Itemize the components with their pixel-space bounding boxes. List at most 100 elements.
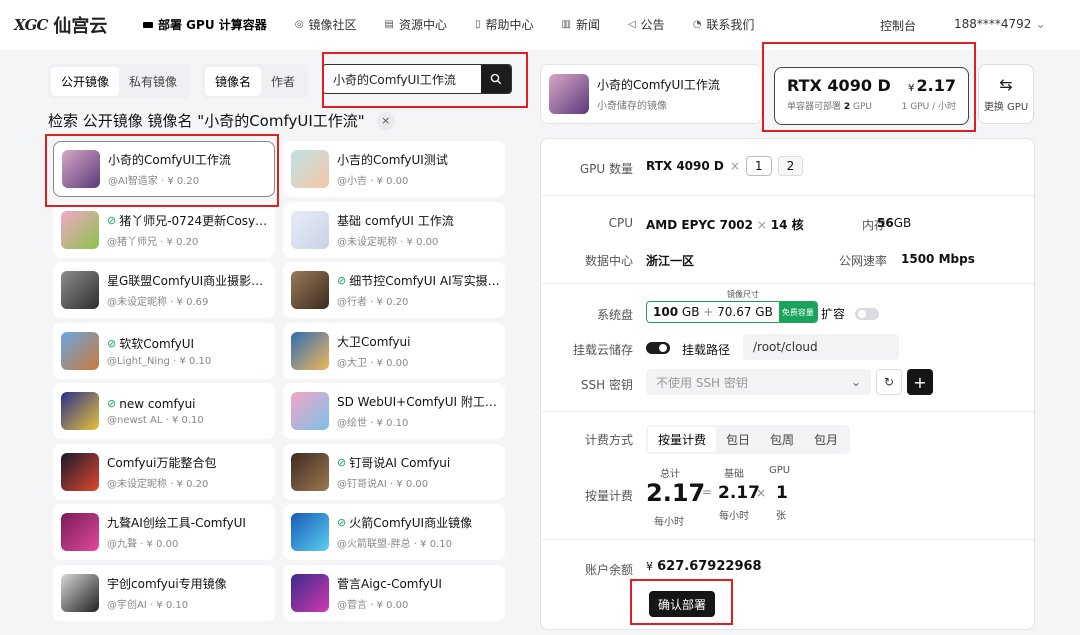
- headset-icon: ◔: [692, 19, 702, 30]
- gpu-header: GPU: [769, 465, 791, 476]
- image-meta: @猪丫师兄 · ¥ 0.20: [107, 233, 271, 248]
- scope-public[interactable]: 公开镜像: [51, 67, 120, 96]
- gpu-count-option-2[interactable]: 2: [777, 156, 804, 176]
- image-price: ¥ 0.20: [166, 236, 199, 248]
- account-phone: 188****4792: [954, 17, 1032, 31]
- field-author[interactable]: 作者: [261, 67, 305, 96]
- image-card[interactable]: 基础 comfyUI 工作流 @未设定昵称 · ¥ 0.00: [283, 201, 505, 258]
- cpu-cores: 14 核: [770, 218, 804, 232]
- image-card[interactable]: 菅言Aigc-ComfyUI @菅言 · ¥ 0.00: [283, 564, 505, 621]
- image-card-body: 星G联盟ComfyUI商业摄影工作流 @未设定昵称 · ¥ 0.69: [107, 272, 271, 308]
- image-card-body: ⊘细节控ComfyUI AI写实摄影工作流 @行者 · ¥ 0.20: [337, 272, 501, 308]
- news-icon: ▥: [561, 19, 571, 30]
- image-card[interactable]: ⊘ 火箭ComfyUI商业镜像 @火箭联盟-胖总 · ¥ 0.10: [283, 504, 505, 560]
- annotation-highlight-selected-image: [45, 134, 279, 207]
- image-title: 宇创comfyui专用镜像: [107, 575, 271, 592]
- nav-help-center[interactable]: ▯ 帮助中心: [475, 16, 534, 33]
- image-card[interactable]: ⊘ new comfyui @newst AL · ¥ 0.10: [53, 383, 275, 439]
- image-card-body: 九聱AI创绘工具-ComfyUI @九聱 · ¥ 0.00: [107, 514, 271, 550]
- nav-contact[interactable]: ◔ 联系我们: [693, 16, 755, 33]
- image-price: ¥ 0.00: [396, 478, 429, 490]
- scope-private[interactable]: 私有镜像: [119, 67, 187, 96]
- image-card[interactable]: 九聱AI创绘工具-ComfyUI @九聱 · ¥ 0.00: [53, 504, 275, 560]
- brand-logo[interactable]: XGC 仙宫云: [14, 12, 107, 38]
- gpu-count-option-1[interactable]: 1: [745, 156, 772, 176]
- refresh-icon: ↻: [883, 375, 895, 389]
- logo-mark: XGC: [14, 16, 48, 34]
- memory-label: 内存: [861, 218, 886, 232]
- swap-arrows-icon: ⇆: [999, 75, 1013, 94]
- image-price: ¥ 0.00: [376, 176, 409, 187]
- billing-option-monthly[interactable]: 包月: [804, 427, 848, 452]
- refresh-ssh-button[interactable]: ↻: [876, 369, 902, 395]
- image-card[interactable]: 小吉的ComfyUI测试 @小吉 · ¥ 0.00: [283, 141, 505, 197]
- meta-separator: ·: [386, 478, 397, 490]
- image-title: Comfyui万能整合包: [107, 454, 271, 471]
- image-author: @绘世: [337, 418, 367, 429]
- image-card[interactable]: ⊘ 软软ComfyUI @Light_Ning · ¥ 0.10: [53, 322, 275, 379]
- image-card-body: Comfyui万能整合包 @未设定昵称 · ¥ 0.20: [107, 454, 271, 490]
- bandwidth-amount: 1500 Mbps: [901, 252, 975, 266]
- image-thumbnail: [61, 210, 99, 249]
- verified-icon: ⊘: [337, 455, 347, 469]
- total-price: 2.17: [646, 479, 706, 507]
- add-ssh-button[interactable]: +: [907, 369, 933, 395]
- billing-option-weekly[interactable]: 包周: [760, 427, 804, 452]
- field-image-name[interactable]: 镜像名: [205, 67, 262, 96]
- image-card[interactable]: Comfyui万能整合包 @未设定昵称 · ¥ 0.20: [53, 443, 275, 500]
- verified-icon: ⊘: [107, 397, 117, 410]
- selected-image-thumbnail: [549, 74, 589, 114]
- expand-row: 扩容: [821, 305, 880, 322]
- image-title-text: SD WebUI+ComfyUI 附工作流: [337, 395, 501, 409]
- change-gpu-button[interactable]: ⇆ 更换 GPU: [978, 64, 1034, 124]
- verified-icon: ⊘: [337, 516, 347, 529]
- image-card[interactable]: 宇创comfyui专用镜像 @宇创AI · ¥ 0.10: [53, 564, 275, 621]
- selected-image-card[interactable]: 小奇的ComfyUI工作流 小奇储存的镜像: [540, 64, 762, 124]
- console-link[interactable]: 控制台: [880, 17, 916, 34]
- image-meta: @Light_Ning · ¥ 0.10: [107, 356, 271, 367]
- image-author: @猪丫师兄: [107, 236, 157, 248]
- nav-label: 镜像社区: [308, 18, 357, 32]
- mount-path-label: 挂载路径: [682, 343, 731, 357]
- billing-option-daily[interactable]: 包日: [716, 427, 760, 452]
- image-card[interactable]: 星G联盟ComfyUI商业摄影工作流 @未设定昵称 · ¥ 0.69: [53, 262, 275, 318]
- billing-option-hourly[interactable]: 按量计费: [648, 427, 717, 452]
- system-disk-size: 100 GB + 70.67 GB 免费容量: [646, 301, 818, 323]
- gpu-count-times: ×: [729, 159, 740, 173]
- change-gpu-label: 更换 GPU: [983, 102, 1029, 113]
- image-card[interactable]: ⊘ 猪丫师兄-0724更新CosyVoice @猪丫师兄 · ¥ 0.20: [53, 201, 275, 258]
- clear-search-button[interactable]: ×: [376, 111, 395, 130]
- divider: [541, 411, 1036, 412]
- image-thumbnail: [61, 452, 99, 491]
- mount-path-input[interactable]: /root/cloud: [743, 334, 899, 360]
- image-author: @Light_Ning: [107, 355, 170, 367]
- divider: [541, 539, 1036, 540]
- account-menu[interactable]: 188****4792 ⌄: [954, 17, 1046, 31]
- annotation-highlight-search: [322, 52, 528, 108]
- image-card[interactable]: SD WebUI+ComfyUI 附工作流 @绘世 · ¥ 0.10: [283, 383, 505, 439]
- nav-news[interactable]: ▥ 新闻: [562, 16, 600, 33]
- image-title: 菅言Aigc-ComfyUI: [337, 575, 501, 592]
- image-card[interactable]: 大卫Comfyui @大卫 · ¥ 0.00: [283, 322, 505, 379]
- image-scope-toggle: 公开镜像 私有镜像: [48, 64, 191, 99]
- ssh-key-select[interactable]: 不使用 SSH 密钥 ⌄: [646, 369, 871, 395]
- meta-separator: ·: [367, 418, 377, 429]
- nav-label: 联系我们: [706, 18, 755, 32]
- image-meta: @火箭联盟-胖总 · ¥ 0.10: [337, 535, 501, 550]
- times-sign: ×: [756, 486, 767, 500]
- selected-image-title: 小奇的ComfyUI工作流: [597, 78, 720, 92]
- nav-deploy-gpu[interactable]: 部署 GPU 计算容器: [143, 16, 267, 33]
- image-title-text: 小吉的ComfyUI测试: [337, 153, 448, 167]
- image-card[interactable]: ⊘ 钉哥说AI Comfyui @钉哥说AI · ¥ 0.00: [283, 443, 505, 500]
- nav-resource-center[interactable]: ▤ 资源中心: [385, 16, 447, 33]
- expand-toggle[interactable]: [855, 307, 880, 320]
- nav-announcement[interactable]: ◁ 公告: [628, 16, 665, 33]
- nav-image-community[interactable]: ◎ 镜像社区: [295, 16, 357, 33]
- annotation-highlight-deploy: [630, 579, 733, 625]
- image-price: ¥ 0.10: [171, 414, 204, 426]
- image-card-body: 大卫Comfyui @大卫 · ¥ 0.00: [337, 333, 501, 369]
- system-disk-label: 系统盘: [596, 308, 633, 322]
- image-author: @小吉: [337, 176, 367, 187]
- image-card[interactable]: ⊘细节控ComfyUI AI写实摄影工作流 @行者 · ¥ 0.20: [283, 262, 505, 318]
- mount-toggle[interactable]: [646, 341, 670, 354]
